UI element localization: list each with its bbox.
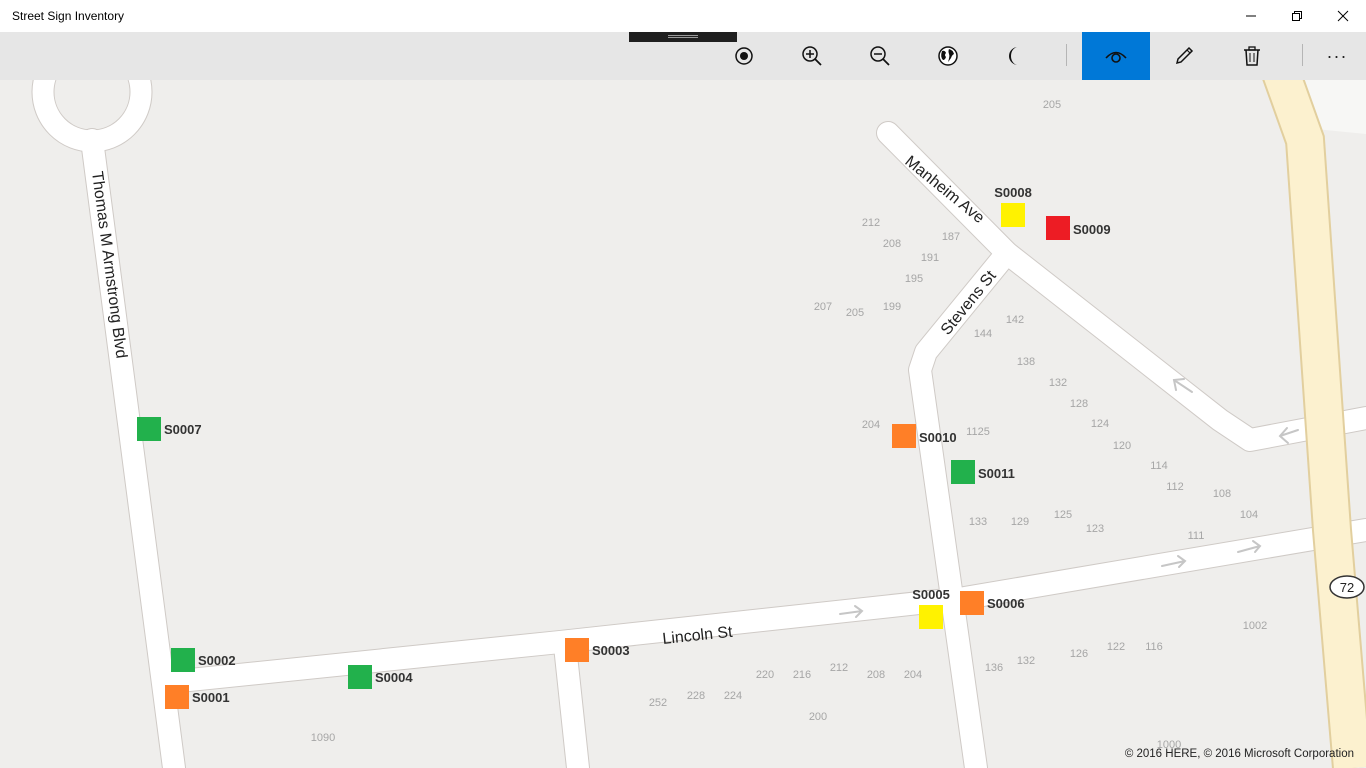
restore-icon — [1292, 11, 1302, 21]
house-number: 112 — [1166, 481, 1184, 493]
restore-button[interactable] — [1274, 0, 1320, 32]
house-number: 122 — [1107, 641, 1125, 653]
house-number: 129 — [1011, 516, 1029, 528]
toolbar-separator — [1302, 44, 1303, 66]
window-title: Street Sign Inventory — [12, 9, 125, 23]
house-number: 124 — [1091, 418, 1109, 430]
house-number: 252 — [649, 697, 667, 709]
aerial-view-button[interactable] — [914, 32, 982, 80]
house-number: 205 — [846, 307, 864, 319]
sign-marker-square[interactable] — [348, 665, 372, 689]
sign-marker-label: S0003 — [592, 643, 630, 658]
house-number: 212 — [830, 662, 848, 674]
house-number: 133 — [969, 516, 987, 528]
location-button[interactable] — [710, 32, 778, 80]
zoom-in-button[interactable] — [778, 32, 846, 80]
zoom-in-icon — [802, 46, 822, 66]
house-number: 216 — [793, 669, 811, 681]
sign-marker-square[interactable] — [960, 591, 984, 615]
sign-marker-label: S0011 — [978, 466, 1015, 481]
toolbar-separator — [1066, 44, 1067, 66]
map-canvas[interactable]: 72 Thomas M Armstrong Blvd Manheim Ave S… — [0, 80, 1366, 768]
sign-marker-label: S0004 — [375, 670, 413, 685]
house-number: 132 — [1049, 377, 1067, 389]
house-number: 224 — [724, 690, 742, 702]
sign-marker-square[interactable] — [919, 605, 943, 629]
house-number: 138 — [1017, 356, 1035, 368]
view-mode-button[interactable] — [1082, 32, 1150, 80]
house-number: 208 — [883, 238, 901, 250]
sign-marker-label: S0008 — [994, 185, 1032, 200]
close-button[interactable] — [1320, 0, 1366, 32]
delete-button[interactable] — [1218, 32, 1286, 80]
night-mode-button[interactable] — [982, 32, 1050, 80]
more-icon: ··· — [1326, 45, 1348, 66]
sign-marker-square[interactable] — [565, 638, 589, 662]
map-view[interactable]: 72 Thomas M Armstrong Blvd Manheim Ave S… — [0, 80, 1366, 768]
house-number: 1002 — [1243, 620, 1267, 632]
sign-marker-label: S0007 — [164, 422, 202, 437]
house-number: 187 — [942, 231, 960, 243]
globe-icon — [938, 46, 958, 66]
house-number: 104 — [1240, 509, 1258, 521]
house-number: 120 — [1113, 440, 1131, 452]
house-number: 204 — [904, 669, 922, 681]
house-number: 116 — [1145, 641, 1163, 653]
sign-marker-label: S0001 — [192, 690, 230, 705]
sign-marker-square[interactable] — [165, 685, 189, 709]
house-number: 212 — [862, 217, 880, 229]
house-number: 200 — [809, 711, 827, 723]
house-number: 1090 — [311, 732, 335, 744]
eye-icon — [1105, 51, 1127, 63]
house-number: 220 — [756, 669, 774, 681]
house-number: 126 — [1070, 648, 1088, 660]
sign-marker-square[interactable] — [171, 648, 195, 672]
house-number: 123 — [1086, 523, 1104, 535]
map-copyright: © 2016 HERE, © 2016 Microsoft Corporatio… — [1124, 748, 1354, 760]
pencil-icon — [1175, 46, 1194, 65]
house-number: 144 — [974, 328, 992, 340]
house-number: 195 — [905, 273, 923, 285]
house-number: 108 — [1213, 488, 1231, 500]
sign-marker-label: S0002 — [198, 653, 236, 668]
sign-marker-square[interactable] — [1001, 203, 1025, 227]
minimize-button[interactable] — [1228, 0, 1274, 32]
sign-marker-square[interactable] — [1046, 216, 1070, 240]
sign-marker-label: S0010 — [919, 430, 957, 445]
house-number: 128 — [1070, 398, 1088, 410]
house-number: 125 — [1054, 509, 1072, 521]
sign-marker-label: S0006 — [987, 596, 1025, 611]
house-number: 208 — [867, 669, 885, 681]
house-number: 204 — [862, 419, 880, 431]
house-number: 132 — [1017, 655, 1035, 667]
route-shield: 72 — [1329, 575, 1365, 599]
sign-marker-label: S0009 — [1073, 222, 1111, 237]
route-number: 72 — [1340, 580, 1354, 595]
house-number: 114 — [1150, 460, 1168, 472]
sign-marker-label: S0005 — [912, 587, 950, 602]
house-number: 228 — [687, 690, 705, 702]
title-bar: Street Sign Inventory — [0, 0, 1366, 32]
house-number: 136 — [985, 662, 1003, 674]
house-number: 1125 — [966, 426, 990, 438]
house-number: 142 — [1006, 314, 1024, 326]
moon-icon — [1009, 47, 1018, 65]
sign-marker-square[interactable] — [951, 460, 975, 484]
house-number: 207 — [814, 301, 832, 313]
trash-icon — [1244, 46, 1260, 66]
house-number: 191 — [921, 252, 939, 264]
house-number: 205 — [1043, 99, 1061, 111]
house-number: 111 — [1188, 530, 1205, 542]
minimize-icon — [1246, 15, 1256, 17]
more-button[interactable]: ··· — [1308, 32, 1366, 80]
house-number: 199 — [883, 301, 901, 313]
sign-marker-square[interactable] — [892, 424, 916, 448]
target-icon — [735, 47, 753, 65]
zoom-out-icon — [870, 46, 890, 66]
edit-button[interactable] — [1150, 32, 1218, 80]
sign-marker-square[interactable] — [137, 417, 161, 441]
close-icon — [1337, 10, 1349, 22]
zoom-out-button[interactable] — [846, 32, 914, 80]
